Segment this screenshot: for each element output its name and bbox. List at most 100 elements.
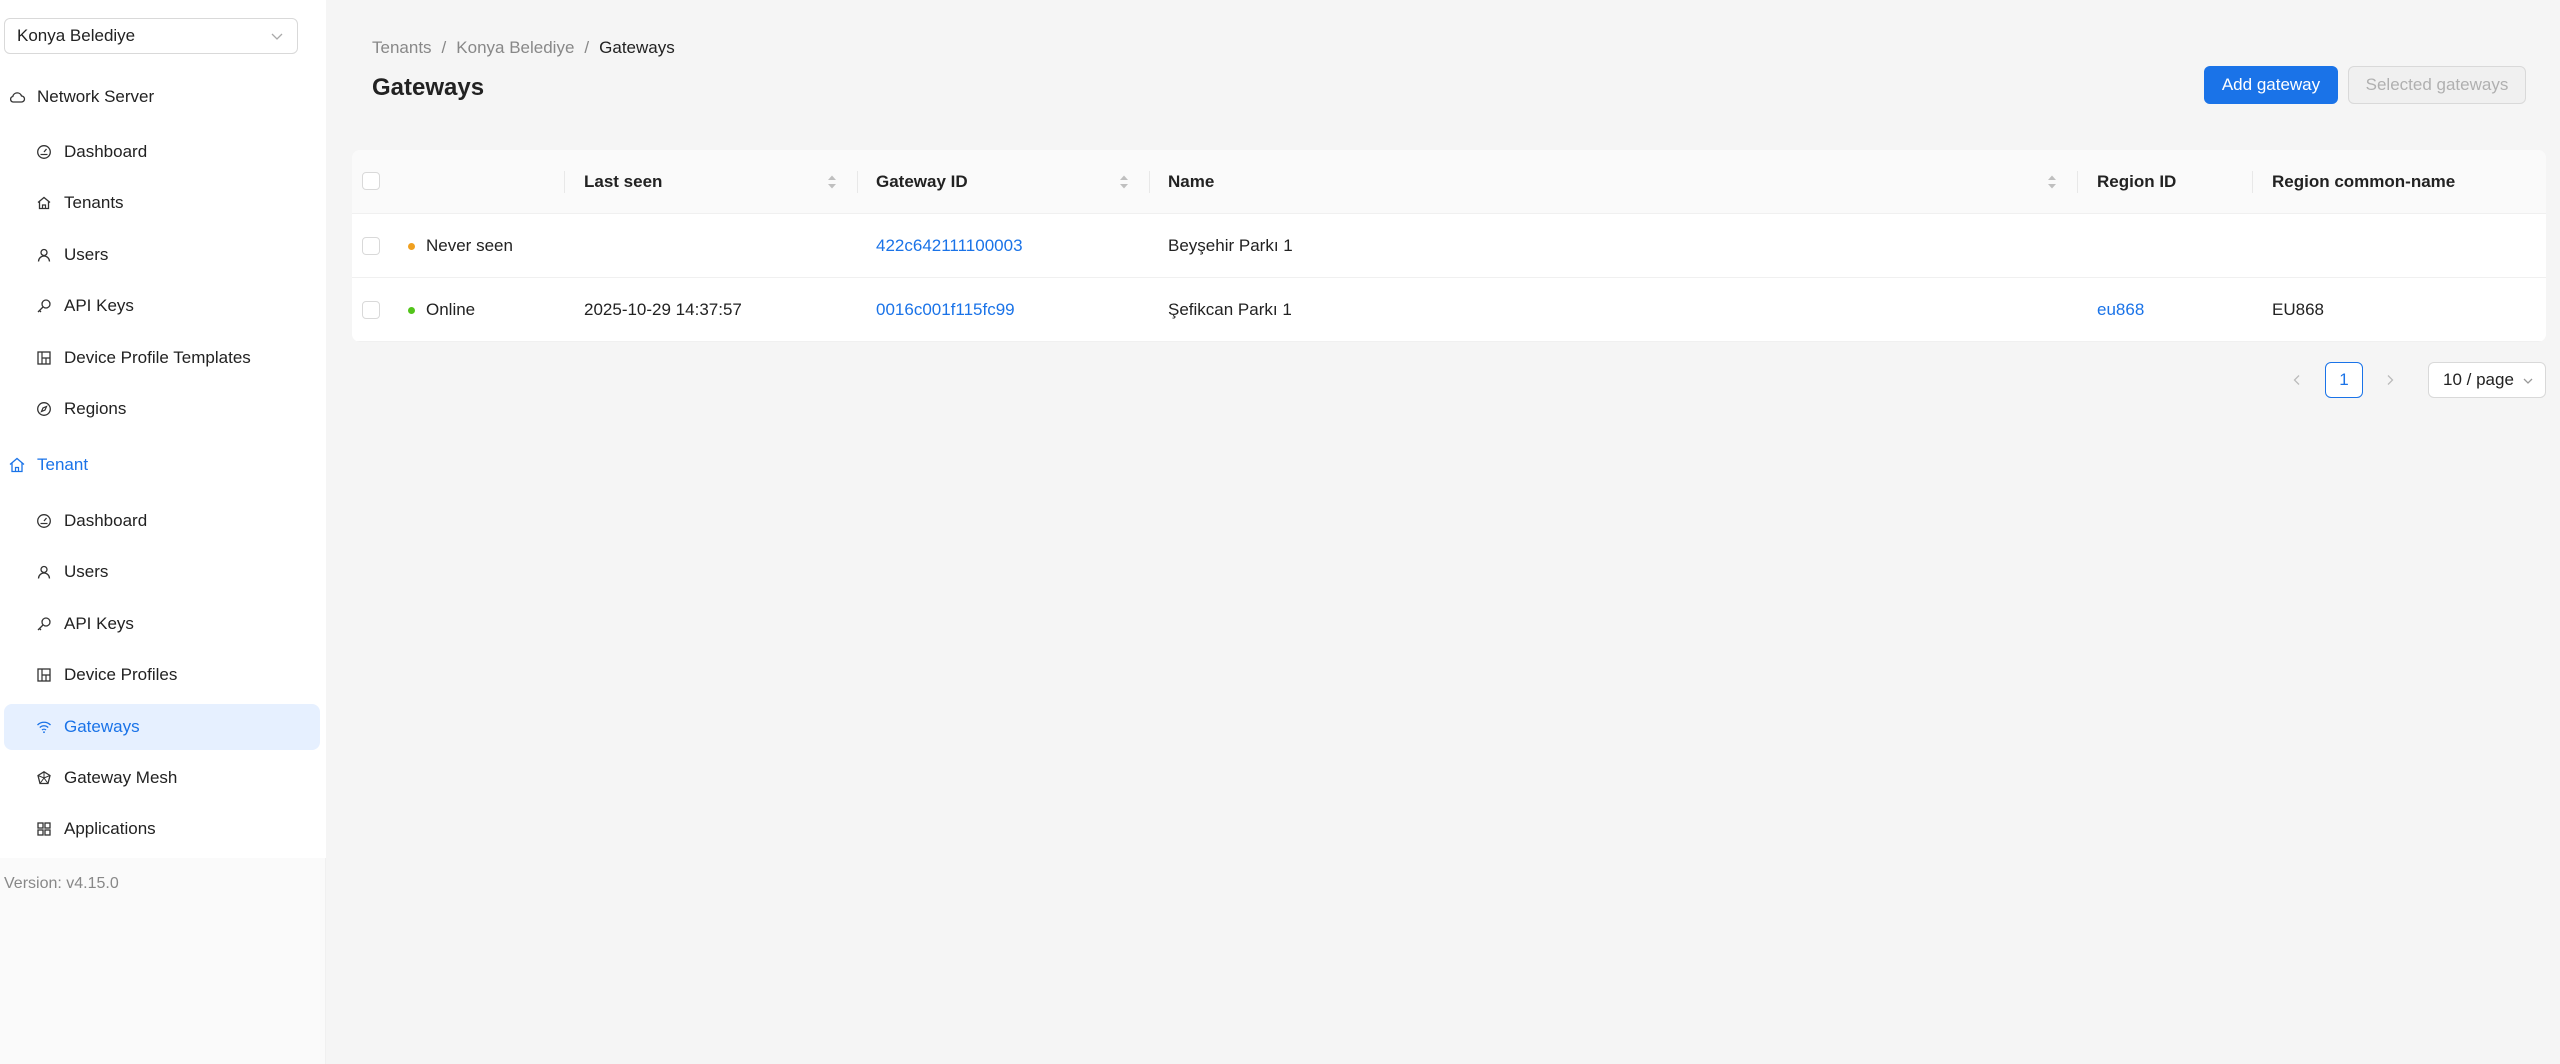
breadcrumb-separator: / bbox=[584, 38, 590, 57]
sort-icon[interactable] bbox=[826, 173, 838, 191]
pagination-next-button[interactable] bbox=[2376, 364, 2404, 396]
gateways-table: Last seen Gateway ID Name Region ID Regi… bbox=[352, 150, 2546, 342]
column-separator bbox=[564, 171, 565, 193]
sidebar-item-label: Users bbox=[64, 562, 109, 581]
column-separator bbox=[1149, 171, 1150, 193]
status-text: Online bbox=[426, 300, 476, 319]
sidebar-item-label: Device Profile Templates bbox=[64, 348, 251, 367]
selected-gateways-button: Selected gateways bbox=[2348, 66, 2526, 104]
table-row: Never seen 422c642111100003 Beyşehir Par… bbox=[352, 214, 2546, 278]
row-checkbox[interactable] bbox=[362, 237, 380, 255]
pagination-page-1[interactable]: 1 bbox=[2325, 362, 2363, 398]
column-separator bbox=[857, 171, 858, 193]
key-icon bbox=[37, 299, 51, 313]
chevron-right-icon bbox=[2387, 375, 2394, 385]
menu-section-network-server[interactable]: Network Server bbox=[0, 77, 326, 117]
chevron-down-icon bbox=[271, 33, 283, 40]
add-gateway-button[interactable]: Add gateway bbox=[2204, 66, 2338, 104]
sidebar-item-label: Device Profiles bbox=[64, 665, 178, 684]
breadcrumb: Tenants / Konya Belediye / Gateways bbox=[372, 38, 675, 58]
tenant-select[interactable]: Konya Belediye bbox=[4, 18, 298, 54]
gateway-id-link[interactable]: 422c642111100003 bbox=[876, 214, 1023, 278]
sidebar-item-label: Applications bbox=[64, 819, 156, 838]
compass-icon bbox=[37, 402, 51, 416]
sidebar-item-users[interactable]: Users bbox=[0, 232, 318, 278]
chevron-down-icon bbox=[2523, 378, 2533, 384]
sidebar-item-applications[interactable]: Applications bbox=[0, 806, 318, 852]
home-icon bbox=[37, 196, 51, 210]
page-size-value: 10 / page bbox=[2443, 370, 2514, 389]
menu-section-label: Network Server bbox=[37, 87, 155, 106]
dashboard-icon bbox=[37, 145, 51, 159]
page-title: Gateways bbox=[372, 74, 485, 101]
column-header-name[interactable]: Name bbox=[1168, 150, 1214, 214]
menu-section-label: Tenant bbox=[37, 455, 89, 474]
column-header-region-id: Region ID bbox=[2097, 172, 2177, 191]
breadcrumb-item-tenants[interactable]: Tenants bbox=[372, 38, 432, 58]
status-dot bbox=[408, 242, 415, 250]
dashboard-icon bbox=[37, 514, 51, 528]
column-separator bbox=[2252, 171, 2253, 193]
sidebar-item-tenant-api-keys[interactable]: API Keys bbox=[0, 601, 318, 647]
column-header-gateway-id[interactable]: Gateway ID bbox=[876, 150, 968, 214]
row-checkbox[interactable] bbox=[362, 301, 380, 319]
sidebar-item-gateways[interactable]: Gateways bbox=[4, 704, 320, 750]
breadcrumb-item-current: Gateways bbox=[599, 38, 675, 57]
sidebar-item-tenant-dashboard[interactable]: Dashboard bbox=[0, 498, 318, 544]
user-icon bbox=[37, 565, 51, 579]
sidebar-item-label: Users bbox=[64, 245, 109, 264]
table-header: Last seen Gateway ID Name Region ID Regi… bbox=[352, 150, 2546, 214]
sidebar-item-tenant-users[interactable]: Users bbox=[0, 549, 318, 595]
sidebar-item-label: Gateway Mesh bbox=[64, 768, 178, 787]
cloud-icon bbox=[9, 92, 26, 103]
sidebar-item-api-keys[interactable]: API Keys bbox=[0, 283, 318, 329]
sidebar-item-device-profiles[interactable]: Device Profiles bbox=[0, 652, 318, 698]
chevron-left-icon bbox=[2293, 375, 2300, 385]
name-cell: Beyşehir Parkı 1 bbox=[1168, 236, 1293, 255]
column-header-last-seen[interactable]: Last seen bbox=[584, 150, 662, 214]
region-common-name-cell: EU868 bbox=[2272, 300, 2324, 319]
region-id-link[interactable]: eu868 bbox=[2097, 278, 2144, 342]
page-size-select[interactable]: 10 / page bbox=[2428, 362, 2546, 398]
column-header-region-common-name: Region common-name bbox=[2272, 172, 2456, 191]
sidebar-item-label: Dashboard bbox=[64, 511, 148, 530]
home-icon bbox=[9, 457, 25, 473]
pagination-prev-button[interactable] bbox=[2283, 364, 2311, 396]
sidebar-item-tenants[interactable]: Tenants bbox=[0, 180, 318, 226]
mesh-icon bbox=[37, 771, 51, 785]
version-label: Version: v4.15.0 bbox=[4, 875, 119, 892]
sidebar-item-label: Regions bbox=[64, 399, 127, 418]
name-cell: Şefikcan Parkı 1 bbox=[1168, 300, 1292, 319]
status-cell: Online bbox=[408, 278, 475, 342]
select-all-checkbox[interactable] bbox=[362, 172, 380, 190]
user-icon bbox=[37, 248, 51, 262]
tenant-select-value: Konya Belediye bbox=[17, 26, 136, 45]
sort-icon[interactable] bbox=[2046, 173, 2058, 191]
sidebar-item-label: API Keys bbox=[64, 614, 134, 633]
status-dot bbox=[408, 306, 415, 314]
sidebar: Konya Belediye Network Server Dashboard … bbox=[0, 0, 326, 1064]
template-icon bbox=[37, 668, 51, 682]
status-cell: Never seen bbox=[408, 214, 513, 278]
sidebar-item-label: API Keys bbox=[64, 296, 134, 315]
sidebar-item-label: Gateways bbox=[64, 717, 140, 736]
last-seen-cell: 2025-10-29 14:37:57 bbox=[584, 300, 742, 319]
table-row: Online 2025-10-29 14:37:57 0016c001f115f… bbox=[352, 278, 2546, 342]
sidebar-item-regions[interactable]: Regions bbox=[0, 386, 318, 432]
sidebar-item-label: Tenants bbox=[64, 193, 124, 212]
column-separator bbox=[2077, 171, 2078, 193]
apps-icon bbox=[37, 822, 51, 836]
menu-section-tenant[interactable]: Tenant bbox=[0, 445, 326, 485]
sidebar-item-label: Dashboard bbox=[64, 142, 148, 161]
key-icon bbox=[37, 617, 51, 631]
wifi-icon bbox=[37, 721, 51, 734]
sort-icon[interactable] bbox=[1118, 173, 1130, 191]
status-text: Never seen bbox=[426, 236, 513, 255]
sidebar-item-gateway-mesh[interactable]: Gateway Mesh bbox=[0, 755, 318, 801]
sidebar-item-dashboard[interactable]: Dashboard bbox=[0, 129, 318, 175]
sidebar-item-device-profile-templates[interactable]: Device Profile Templates bbox=[0, 335, 318, 381]
template-icon bbox=[37, 351, 51, 365]
breadcrumb-separator: / bbox=[441, 38, 447, 57]
breadcrumb-item-tenant[interactable]: Konya Belediye bbox=[456, 38, 574, 58]
gateway-id-link[interactable]: 0016c001f115fc99 bbox=[876, 278, 1015, 342]
